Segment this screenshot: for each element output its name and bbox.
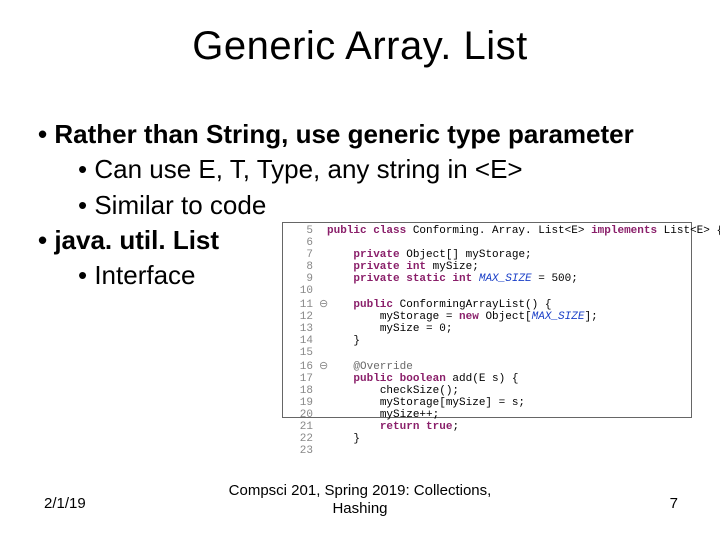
code-line-11: 11⊖ public ConformingArrayList() {	[287, 297, 687, 311]
code-line-7: 7 private Object[] myStorage;	[287, 249, 687, 261]
code-line-8: 8 private int mySize;	[287, 261, 687, 273]
code-line-13: 13 mySize = 0;	[287, 323, 687, 335]
code-line-14: 14 }	[287, 335, 687, 347]
code-line-17: 17 public boolean add(E s) {	[287, 373, 687, 385]
bullet-1-2: Similar to code	[78, 189, 682, 222]
code-line-16: 16⊖ @Override	[287, 359, 687, 373]
bullet-1: Rather than String, use generic type par…	[38, 118, 682, 151]
page-number: 7	[670, 495, 678, 512]
code-line-12: 12 myStorage = new Object[MAX_SIZE];	[287, 311, 687, 323]
code-line-5: 5 public class Conforming. Array. List<E…	[287, 225, 687, 237]
footer-line-2: Hashing	[332, 500, 387, 517]
code-line-21: 21 return true;	[287, 421, 687, 433]
code-line-20: 20 mySize++;	[287, 409, 687, 421]
code-line-18: 18 checkSize();	[287, 385, 687, 397]
code-snippet: 5 public class Conforming. Array. List<E…	[282, 222, 692, 418]
footer-line-1: Compsci 201, Spring 2019: Collections,	[229, 482, 492, 499]
code-line-22: 22 }	[287, 433, 687, 445]
slide: Generic Array. List Rather than String, …	[0, 0, 720, 540]
code-line-23: 23	[287, 445, 687, 457]
code-line-19: 19 myStorage[mySize] = s;	[287, 397, 687, 409]
footer-center: Compsci 201, Spring 2019: Collections, H…	[0, 482, 720, 518]
code-line-9: 9 private static int MAX_SIZE = 500;	[287, 273, 687, 285]
code-line-6: 6	[287, 237, 687, 249]
code-line-10: 10	[287, 285, 687, 297]
slide-title: Generic Array. List	[0, 24, 720, 69]
code-line-15: 15	[287, 347, 687, 359]
bullet-1-1: Can use E, T, Type, any string in <E>	[78, 153, 682, 186]
